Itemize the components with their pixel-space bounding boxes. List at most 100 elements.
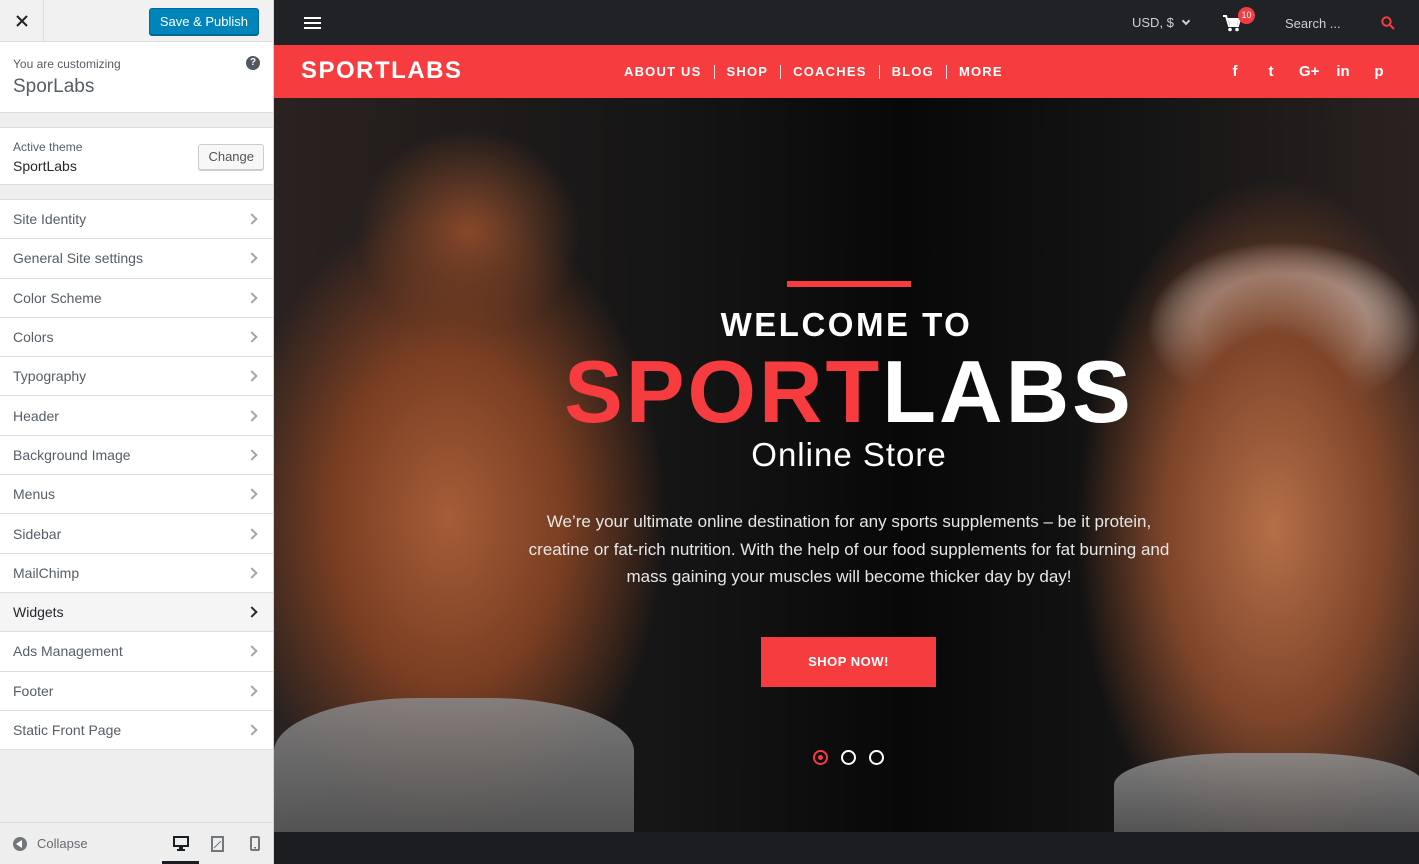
google-plus-icon[interactable]: G+ bbox=[1299, 63, 1319, 80]
chevron-right-icon bbox=[246, 606, 258, 618]
hero-brand: SPORTLABS bbox=[274, 342, 1419, 442]
section-static-front-page[interactable]: Static Front Page bbox=[0, 710, 273, 751]
site-preview: USD, $ 10 Search ... SPORTLABS ABOUT US … bbox=[274, 0, 1419, 864]
customizing-label: You are customizing bbox=[13, 57, 121, 71]
hero-brand-white: LABS bbox=[882, 342, 1134, 441]
section-color-scheme[interactable]: Color Scheme bbox=[0, 278, 273, 318]
section-label: MailChimp bbox=[13, 564, 80, 581]
currency-switcher[interactable]: USD, $ bbox=[1132, 15, 1191, 30]
section-label: General Site settings bbox=[13, 250, 143, 267]
facebook-icon[interactable]: f bbox=[1227, 63, 1243, 80]
linkedin-icon[interactable]: in bbox=[1335, 63, 1351, 80]
section-label: Color Scheme bbox=[13, 289, 102, 306]
collapse-label: Collapse bbox=[37, 836, 88, 851]
preview-tablet-button[interactable] bbox=[199, 823, 236, 864]
slider-dot[interactable] bbox=[841, 750, 856, 765]
tablet-icon bbox=[211, 835, 224, 852]
chevron-right-icon bbox=[246, 252, 258, 265]
chevron-down-icon bbox=[1181, 16, 1191, 26]
menu-item-shop[interactable]: SHOP bbox=[715, 64, 782, 79]
device-preview-switcher bbox=[162, 823, 273, 864]
close-customizer-button[interactable] bbox=[0, 0, 44, 42]
cart-button[interactable]: 10 bbox=[1222, 7, 1255, 37]
section-label: Background Image bbox=[13, 446, 131, 463]
section-sidebar[interactable]: Sidebar bbox=[0, 514, 273, 554]
hamburger-menu-icon[interactable] bbox=[304, 17, 321, 29]
hero-slider: WELCOME TO SPORTLABS Online Store We’re … bbox=[274, 98, 1419, 832]
site-navbar: SPORTLABS ABOUT US SHOP COACHES BLOG MOR… bbox=[274, 45, 1419, 98]
mobile-icon bbox=[249, 836, 260, 851]
menu-item-blog[interactable]: BLOG bbox=[880, 64, 947, 79]
hero-brand-red: SPORT bbox=[564, 342, 883, 441]
section-typography[interactable]: Typography bbox=[0, 357, 273, 397]
chevron-right-icon bbox=[246, 645, 258, 658]
section-label: Static Front Page bbox=[13, 722, 122, 738]
section-ads-management[interactable]: Ads Management bbox=[0, 632, 273, 672]
currency-value: USD, $ bbox=[1132, 15, 1174, 30]
section-general-site-settings[interactable]: General Site settings bbox=[0, 239, 273, 279]
hero-accent-line bbox=[787, 281, 911, 287]
preview-desktop-button[interactable] bbox=[162, 823, 199, 864]
chevron-right-icon bbox=[246, 488, 258, 500]
section-label: Menus bbox=[13, 486, 56, 503]
search-placeholder: Search ... bbox=[1285, 16, 1341, 31]
active-theme-panel: Active theme SportLabs Change bbox=[0, 127, 273, 185]
hero-content: WELCOME TO SPORTLABS Online Store We’re … bbox=[274, 98, 1419, 832]
site-name: SporLabs bbox=[13, 76, 95, 97]
menu-item-coaches[interactable]: COACHES bbox=[781, 64, 880, 79]
section-footer[interactable]: Footer bbox=[0, 671, 273, 711]
hero-description: We’re your ultimate online destination f… bbox=[528, 512, 1170, 586]
collapse-arrow-icon bbox=[13, 836, 27, 851]
close-icon bbox=[15, 15, 28, 27]
section-label: Sidebar bbox=[13, 525, 62, 542]
hero-welcome: WELCOME TO bbox=[720, 306, 973, 343]
desktop-icon bbox=[172, 836, 189, 851]
chevron-right-icon bbox=[246, 449, 258, 461]
save-publish-button[interactable]: Save & Publish bbox=[148, 8, 259, 35]
chevron-right-icon bbox=[246, 292, 258, 304]
section-label: Ads Management bbox=[13, 643, 123, 660]
section-menus[interactable]: Menus bbox=[0, 475, 273, 515]
preview-mobile-button[interactable] bbox=[236, 823, 273, 864]
social-links: f t G+ in p bbox=[1227, 45, 1387, 98]
slider-dot[interactable] bbox=[869, 750, 884, 765]
slider-dot[interactable] bbox=[813, 750, 828, 765]
menu-item-about-us[interactable]: ABOUT US bbox=[612, 64, 715, 79]
change-theme-button[interactable]: Change bbox=[198, 144, 264, 170]
section-widgets[interactable]: Widgets bbox=[0, 592, 273, 633]
customizer-sidebar: Save & Publish You are customizing SporL… bbox=[0, 0, 274, 864]
search-icon[interactable] bbox=[1381, 16, 1395, 30]
customizer-header: Save & Publish bbox=[0, 0, 273, 42]
section-label: Typography bbox=[13, 368, 87, 385]
section-site-identity[interactable]: Site Identity bbox=[0, 200, 273, 240]
section-mailchimp[interactable]: MailChimp bbox=[0, 553, 273, 593]
menu-item-more[interactable]: MORE bbox=[947, 64, 1015, 79]
section-label: Colors bbox=[13, 329, 54, 346]
chevron-right-icon bbox=[246, 527, 258, 540]
cart-count-badge: 10 bbox=[1238, 7, 1255, 24]
twitter-icon[interactable]: t bbox=[1263, 63, 1279, 80]
customizer-info: You are customizing SporLabs ? bbox=[0, 42, 273, 113]
chevron-right-icon bbox=[246, 370, 258, 382]
customizer-footer: Collapse bbox=[0, 822, 273, 864]
shop-now-button[interactable]: SHOP NOW! bbox=[761, 637, 936, 687]
section-label: Widgets bbox=[13, 604, 64, 621]
site-topbar: USD, $ 10 Search ... bbox=[274, 0, 1419, 45]
chevron-right-icon bbox=[246, 409, 258, 422]
section-background-image[interactable]: Background Image bbox=[0, 435, 273, 476]
search-input[interactable]: Search ... bbox=[1285, 15, 1395, 33]
section-header[interactable]: Header bbox=[0, 396, 273, 436]
chevron-right-icon bbox=[246, 567, 258, 579]
chevron-right-icon bbox=[246, 685, 258, 697]
customizer-sections: Site Identity General Site settings Colo… bbox=[0, 199, 273, 751]
slider-pagination bbox=[813, 750, 884, 765]
help-icon[interactable]: ? bbox=[246, 56, 260, 70]
chevron-right-icon bbox=[246, 213, 258, 225]
site-logo[interactable]: SPORTLABS bbox=[301, 57, 463, 85]
section-colors[interactable]: Colors bbox=[0, 317, 273, 358]
pinterest-icon[interactable]: p bbox=[1371, 63, 1387, 80]
hero-subtitle: Online Store bbox=[751, 436, 947, 473]
chevron-right-icon bbox=[246, 331, 258, 343]
chevron-right-icon bbox=[246, 724, 258, 736]
collapse-button[interactable]: Collapse bbox=[0, 836, 88, 851]
